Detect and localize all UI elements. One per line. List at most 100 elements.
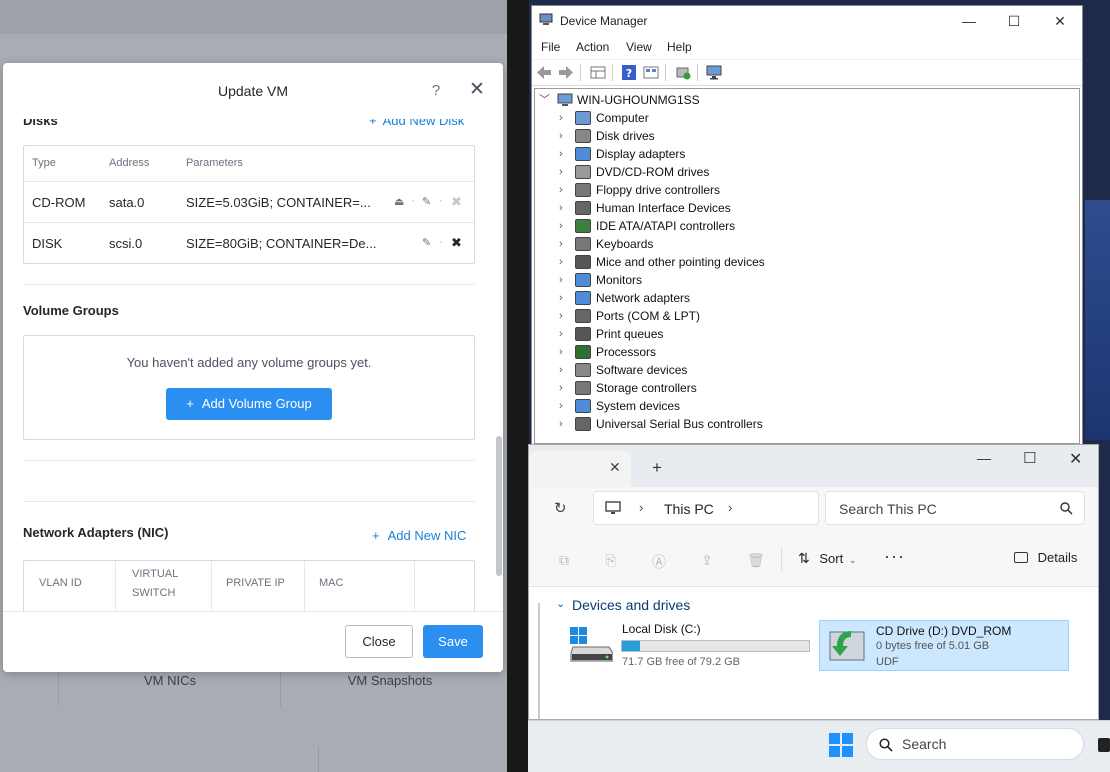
chevron-right-icon[interactable]: › [559,109,569,127]
chevron-right-icon[interactable]: › [559,325,569,343]
add-new-disk-link[interactable]: + Add New Disk [369,119,464,128]
remove-icon[interactable]: ✖ [451,194,462,210]
menu-action[interactable]: Action [576,40,609,54]
minimize-button[interactable]: — [977,450,991,466]
cut-icon[interactable]: ⧉ [556,552,572,568]
maximize-button[interactable]: ☐ [1023,449,1036,467]
tree-item[interactable]: › Human Interface Devices [535,199,1075,217]
chevron-down-icon[interactable]: ﹀ [539,91,550,109]
device-category-icon [575,111,591,125]
chevron-right-icon[interactable]: › [559,361,569,379]
tree-item[interactable]: › Storage controllers [535,379,1075,397]
back-arrow-icon[interactable] [536,65,552,80]
scrollbar-thumb[interactable] [496,436,502,576]
tree-item[interactable]: › Ports (COM & LPT) [535,307,1075,325]
search-icon[interactable] [1060,502,1073,515]
chevron-right-icon[interactable]: › [559,271,569,289]
tree-item-label: Floppy drive controllers [596,183,721,197]
rename-icon[interactable]: Ⓐ [651,552,667,570]
copy-icon[interactable]: ⎘ [603,552,619,568]
taskbar-search[interactable]: Search [866,728,1084,760]
chevron-right-icon[interactable]: › [559,163,569,181]
chevron-right-icon[interactable]: › [559,253,569,271]
chevron-right-icon[interactable]: › [559,397,569,415]
menu-file[interactable]: File [541,40,560,54]
chevron-right-icon[interactable]: › [728,500,732,515]
tree-item[interactable]: › Network adapters [535,289,1075,307]
taskbar-search-input[interactable]: Search [902,736,946,752]
view-grid-icon[interactable] [643,65,659,80]
tree-item[interactable]: › Monitors [535,271,1075,289]
drive-c[interactable]: Local Disk (C:) 71.7 GB free of 79.2 GB [567,621,815,671]
chevron-right-icon[interactable]: › [559,235,569,253]
volume-groups-panel: You haven't added any volume groups yet.… [23,335,475,440]
scan-hardware-icon[interactable] [675,65,691,80]
chevron-right-icon[interactable]: › [559,379,569,397]
maximize-button[interactable]: ☐ [991,6,1037,36]
tree-root[interactable]: ﹀ WIN-UGHOUNMG1SS [535,91,1075,109]
tree-item[interactable]: › Print queues [535,325,1075,343]
close-icon[interactable]: ✕ [467,80,487,100]
chevron-right-icon[interactable]: › [559,289,569,307]
tree-item[interactable]: › DVD/CD-ROM drives [535,163,1075,181]
menu-help[interactable]: Help [667,40,692,54]
remove-icon[interactable]: ✖ [451,235,462,251]
tree-item[interactable]: › Floppy drive controllers [535,181,1075,199]
drive-d[interactable]: CD Drive (D:) DVD_ROM 0 bytes free of 5.… [819,620,1069,671]
properties-grid-icon[interactable] [590,65,606,80]
add-volume-group-button[interactable]: + Add Volume Group [166,388,332,420]
chevron-right-icon[interactable]: › [559,307,569,325]
help-icon[interactable]: ? [621,65,637,80]
chevron-right-icon[interactable]: › [559,343,569,361]
chevron-right-icon[interactable]: › [559,199,569,217]
share-icon[interactable]: ⇪ [699,552,715,568]
group-title[interactable]: Devices and drives [572,597,690,613]
close-tab-icon[interactable]: ✕ [609,459,621,476]
tree-item[interactable]: › Software devices [535,361,1075,379]
chevron-right-icon[interactable]: › [559,181,569,199]
eject-icon[interactable]: ⏏ [394,195,404,208]
minimize-button[interactable]: — [946,6,992,36]
close-button[interactable]: Close [345,625,413,658]
chevron-right-icon[interactable]: › [559,145,569,163]
new-tab-icon[interactable]: + [652,458,662,478]
tree-item[interactable]: › IDE ATA/ATAPI controllers [535,217,1075,235]
monitor-icon[interactable] [706,65,722,80]
chevron-right-icon[interactable]: › [559,127,569,145]
details-label: Details [1037,550,1078,565]
taskbar-app-icon[interactable] [1098,738,1110,752]
tree-item[interactable]: › Disk drives [535,127,1075,145]
save-button[interactable]: Save [423,625,483,658]
start-icon[interactable] [829,733,853,757]
chevron-right-icon[interactable]: › [559,217,569,235]
tree-item[interactable]: › Processors [535,343,1075,361]
tree-item[interactable]: › Display adapters [535,145,1075,163]
tree-item[interactable]: › Universal Serial Bus controllers [535,415,1075,433]
edit-icon[interactable]: ✎ [422,195,431,208]
delete-icon[interactable]: 🗑 [747,552,765,568]
breadcrumb-this-pc[interactable]: This PC [664,501,714,517]
menu-view[interactable]: View [626,40,652,54]
sort-button[interactable]: ⇅ Sort ⌄ [798,550,856,567]
close-button[interactable]: ✕ [1069,449,1082,469]
help-icon[interactable]: ? [427,82,445,100]
tree-item[interactable]: › Keyboards [535,235,1075,253]
add-new-nic-label: Add New NIC [387,528,467,543]
forward-arrow-icon[interactable] [558,65,574,80]
explorer-tab[interactable]: ✕ [529,451,631,487]
address-bar[interactable]: › This PC › [593,491,819,525]
chevron-down-icon[interactable]: ⌄ [556,597,565,610]
search-input[interactable]: Search This PC [839,501,937,517]
close-button[interactable]: ✕ [1037,6,1083,36]
tree-item[interactable]: › System devices [535,397,1075,415]
refresh-icon[interactable]: ↻ [554,499,567,517]
search-box[interactable]: Search This PC [825,491,1085,525]
tree-item[interactable]: › Computer [535,109,1075,127]
add-new-nic-link[interactable]: + Add New NIC [372,528,466,543]
chevron-right-icon[interactable]: › [639,500,643,515]
details-button[interactable]: Details [1014,550,1077,565]
more-options-icon[interactable]: ··· [884,546,905,567]
chevron-right-icon[interactable]: › [559,415,569,433]
tree-item[interactable]: › Mice and other pointing devices [535,253,1075,271]
edit-icon[interactable]: ✎ [422,236,431,249]
